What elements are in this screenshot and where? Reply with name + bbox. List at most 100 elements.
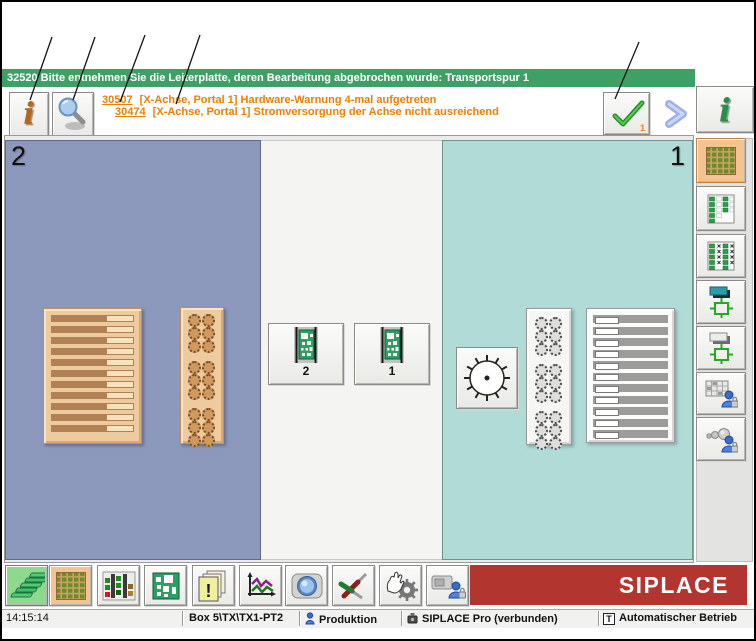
feeder-tray-bars[interactable] <box>43 308 142 444</box>
sidebar-block-component-button[interactable] <box>696 326 746 370</box>
reel-icon <box>202 374 215 387</box>
reel-icon <box>188 374 201 387</box>
reel-icon <box>188 387 201 400</box>
table-columns-icon <box>707 194 735 223</box>
next-message-button[interactable] <box>660 100 690 133</box>
transport-lane-2-button[interactable]: 2 <box>268 323 344 385</box>
feeder-user-lock-icon <box>706 428 738 453</box>
feeder-slot-bar <box>593 315 668 324</box>
feeder-slot-bar <box>51 359 134 366</box>
feeder-slot-bar <box>51 370 134 377</box>
hand-gear-icon <box>386 571 418 601</box>
status-separator <box>299 611 300 626</box>
reel-icon <box>188 421 201 434</box>
warning-text: [X-Achse, Portal 1] Hardware-Warnung 4-m… <box>139 94 437 106</box>
toolbar-service-button[interactable] <box>332 565 375 606</box>
toolbar-line-overview-button[interactable] <box>5 565 48 606</box>
gantry-area-2: 2 <box>5 140 261 560</box>
reel-group <box>188 314 216 353</box>
reel-group <box>535 411 563 450</box>
toolbar-camera-button[interactable] <box>285 565 328 606</box>
sidebar-table-permissions-button[interactable] <box>696 372 746 415</box>
message-bar: 32520 Bitte entnehmen Sie die Leiterplat… <box>2 69 695 87</box>
reel-icon <box>549 411 562 424</box>
feeder-slot-bar <box>51 337 134 344</box>
diagnosis-button[interactable] <box>52 92 94 137</box>
warning-code-link[interactable]: 30507 <box>102 94 133 106</box>
reel-icon <box>549 437 562 450</box>
warning-list: 30507 [X-Achse, Portal 1] Hardware-Warnu… <box>102 94 499 118</box>
gantry-label: 1 <box>669 141 685 171</box>
sidebar-feeder-permissions-button[interactable] <box>696 417 746 461</box>
reel-icon <box>535 411 548 424</box>
transport-area: 2 1 <box>261 140 442 560</box>
toolbar-manual-mode-button[interactable] <box>379 565 422 606</box>
toolbar-machine-permissions-button[interactable] <box>426 565 469 606</box>
info-button[interactable]: i <box>9 92 49 137</box>
reel-icon <box>535 364 548 377</box>
feeder-tray-reels[interactable] <box>180 307 224 447</box>
camera-icon <box>291 573 322 598</box>
sidebar-component-table-button[interactable] <box>696 234 746 278</box>
toolbar-trend-button[interactable] <box>239 565 282 606</box>
feeder-tray-bars-empty[interactable] <box>586 308 675 443</box>
lane-label: 2 <box>302 364 310 378</box>
feeder-slot-bar <box>593 395 668 404</box>
feeder-bar-list <box>44 315 141 432</box>
transport-lane-1-button[interactable]: 1 <box>354 323 430 385</box>
status-separator <box>182 611 183 626</box>
trend-chart-icon <box>247 571 276 596</box>
magnifier-icon <box>58 97 86 130</box>
operation-mode-icon: T <box>603 613 615 625</box>
rotary-unit-button[interactable] <box>456 347 518 409</box>
toolbar-messages-button[interactable]: ! <box>192 565 235 606</box>
reel-icon <box>188 408 201 421</box>
toolbar-pcb-view-button[interactable] <box>144 565 187 606</box>
sidebar-station-view-button[interactable] <box>696 138 746 183</box>
status-separator <box>598 611 599 626</box>
operator-icon <box>305 612 315 625</box>
feeder-slot-bar <box>593 384 668 393</box>
status-connection: SIPLACE Pro (verbunden) <box>407 612 558 625</box>
gantry-label: 2 <box>11 141 27 171</box>
reel-icon <box>535 424 548 437</box>
table-x-icon <box>707 241 735 271</box>
feeder-tray-reels-empty[interactable] <box>526 308 572 450</box>
tools-icon <box>338 572 367 599</box>
layer-stack-icon <box>9 572 45 597</box>
toolbar-station-view-button[interactable] <box>49 565 92 606</box>
status-operation: T Automatischer Betrieb <box>603 612 737 625</box>
warning-code-link[interactable]: 30474 <box>115 106 146 118</box>
toolbar-fill-levels-button[interactable] <box>97 565 140 606</box>
reel-icon <box>202 314 215 327</box>
reel-icon <box>549 330 562 343</box>
brand-logo: SIPLACE <box>618 571 729 598</box>
block-crosshair-icon <box>709 332 733 364</box>
ack-count-badge: 1 <box>639 123 645 133</box>
feeder-slot-bar <box>593 430 668 439</box>
reel-icon <box>549 343 562 356</box>
warning-row: 30507 [X-Achse, Portal 1] Hardware-Warnu… <box>102 94 499 106</box>
feeder-slot-bar <box>593 338 668 347</box>
sidebar-pcb-component-button[interactable] <box>696 280 746 324</box>
feeder-slot-bar <box>593 349 668 358</box>
reel-icon <box>549 390 562 403</box>
status-bar: 14:15:14 Box 5\TX\TX1-PT2 Produktion SIP… <box>2 609 754 628</box>
station-grid-icon <box>706 146 736 175</box>
reel-icon <box>202 387 215 400</box>
feeder-slot-bar <box>51 403 134 410</box>
reel-icon <box>188 361 201 374</box>
acknowledge-button[interactable]: 1 <box>603 92 650 135</box>
warning-text: [X-Achse, Portal 1] Stromversorgung der … <box>152 106 499 118</box>
info-icon: i <box>718 90 732 129</box>
rotary-wheel-icon <box>464 355 510 401</box>
reel-icon <box>535 437 548 450</box>
status-operation-label: Automatischer Betrieb <box>619 612 737 624</box>
reel-icon <box>549 424 562 437</box>
sidebar-help-button[interactable]: i <box>696 86 754 133</box>
feeder-slot-bar <box>51 315 134 322</box>
sidebar-setup-table-button[interactable] <box>696 186 746 231</box>
table-user-lock-icon <box>705 380 738 407</box>
station-grid-icon <box>55 571 86 600</box>
levels-icon <box>102 571 135 600</box>
